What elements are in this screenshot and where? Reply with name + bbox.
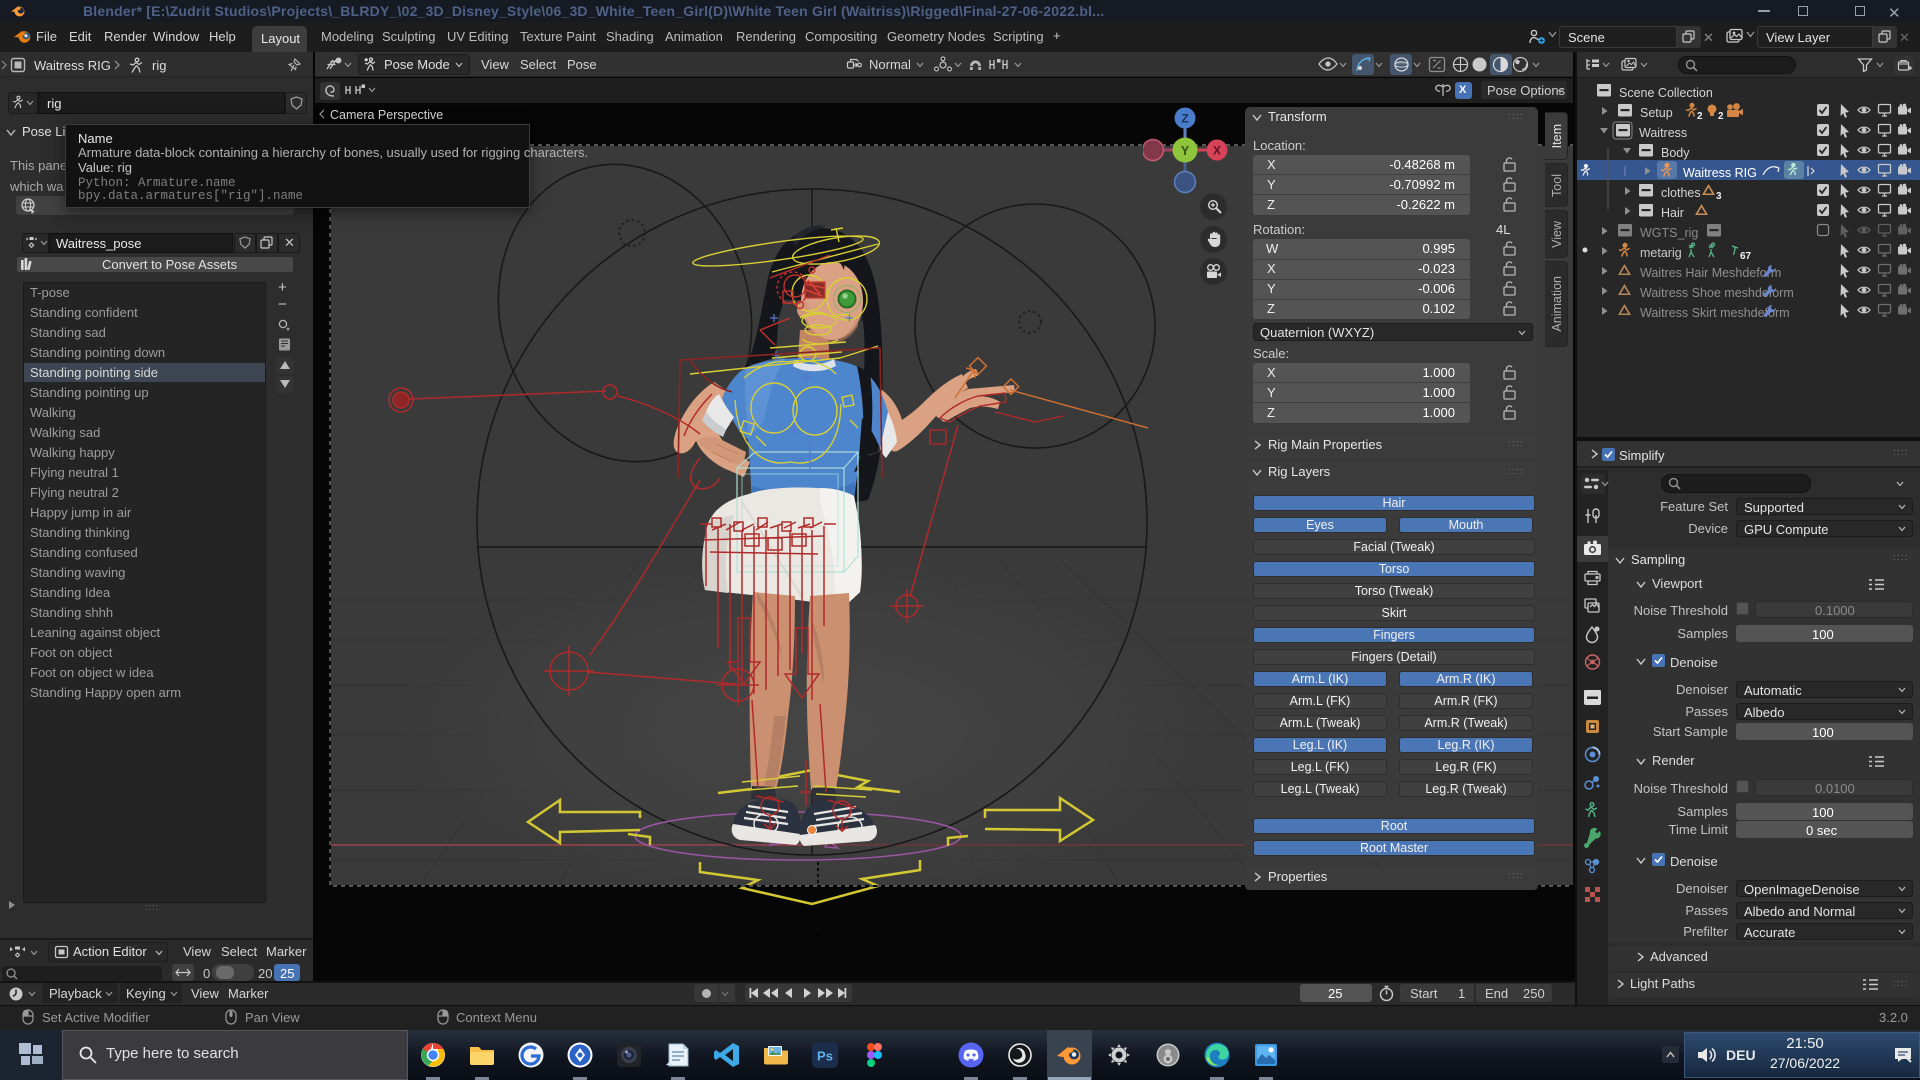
svg-text:X: X [1213,144,1221,158]
svg-text:Waitress RIG: Waitress RIG [1683,166,1757,180]
svg-text:Y: Y [1181,144,1190,158]
svg-text:3: 3 [1716,191,1722,202]
svg-text:metarig: metarig [1640,246,1682,260]
svg-text:Z: Z [1181,112,1188,126]
svg-text:Hair: Hair [1661,206,1684,220]
svg-text:Scene Collection: Scene Collection [1619,86,1713,100]
svg-text:Waitres Hair Meshdeform: Waitres Hair Meshdeform [1640,266,1781,280]
svg-text:67: 67 [1740,251,1752,262]
svg-text:Setup: Setup [1640,106,1673,120]
svg-text:clothes: clothes [1661,186,1701,200]
svg-text:2: 2 [1697,111,1703,122]
svg-text:WGTS_rig: WGTS_rig [1640,226,1698,240]
svg-text:Waitress: Waitress [1639,126,1687,140]
svg-text:Ps: Ps [817,1049,833,1064]
svg-text:Body: Body [1661,146,1690,160]
svg-text:2: 2 [1718,111,1724,122]
